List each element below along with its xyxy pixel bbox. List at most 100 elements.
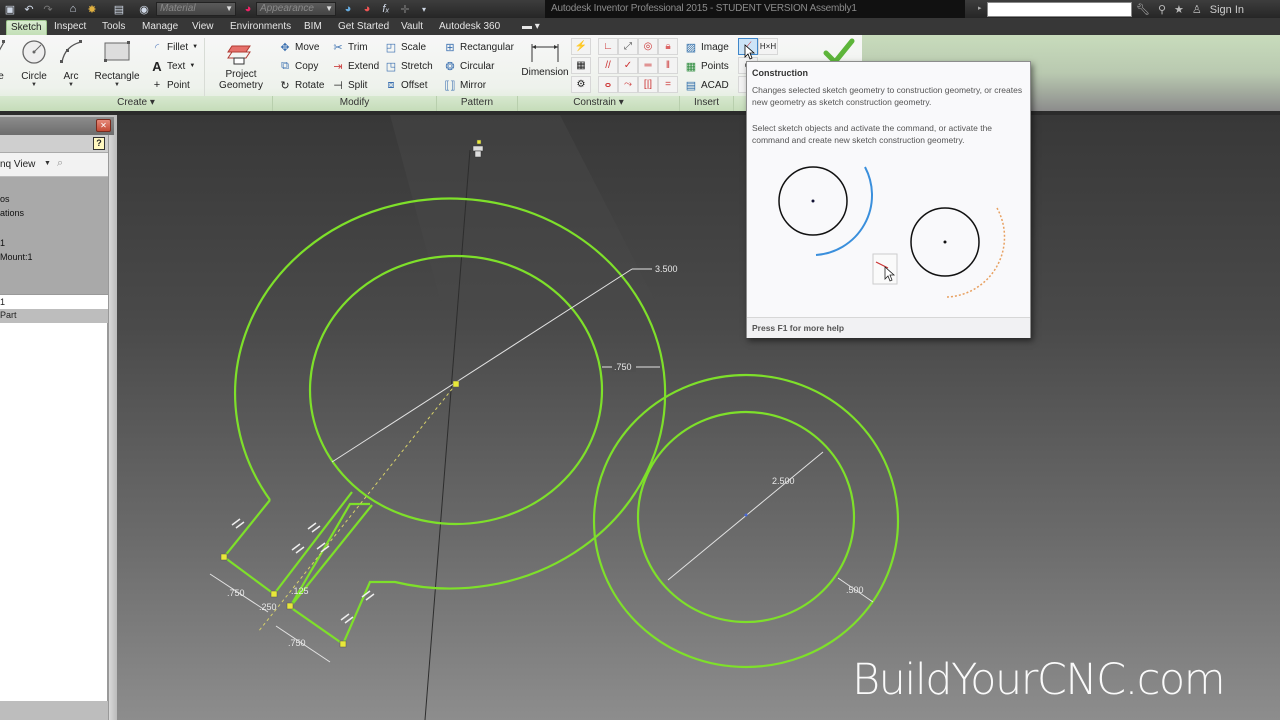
constrain-panel-label[interactable]: Constrain ▾ <box>518 96 680 111</box>
dimension-ring-width-small[interactable]: .500 <box>846 585 864 595</box>
circle-button[interactable]: Circle ▼ <box>18 38 50 89</box>
tab-manage[interactable]: Manage <box>138 20 182 35</box>
coincident-constraint[interactable]: ⤢ <box>618 38 638 55</box>
tab-vault[interactable]: Vault <box>397 20 427 35</box>
move-button[interactable]: ✥ Move <box>278 40 319 54</box>
scale-button[interactable]: ◰ Scale <box>384 40 426 54</box>
sketch-point[interactable] <box>270 590 278 598</box>
parallel-constraint[interactable]: // <box>598 57 618 74</box>
customize-icon[interactable]: ▾ <box>416 1 432 17</box>
user-icon[interactable]: ♙ <box>1192 3 1202 16</box>
tab-autodesk-360[interactable]: Autodesk 360 <box>435 20 504 35</box>
dimension-slot-offset[interactable]: .125 <box>291 586 309 596</box>
automatic-dimensions-button[interactable]: ⚡ <box>571 38 591 55</box>
search-arrow-icon[interactable]: ▸ <box>978 4 982 12</box>
tree-item[interactable]: 1 <box>0 238 5 248</box>
appearance-adjust-icon[interactable]: ◕ <box>340 1 356 17</box>
circular-pattern-button[interactable]: ❂ Circular <box>443 59 494 73</box>
stretch-button[interactable]: ◳ Stretch <box>384 59 433 73</box>
horizontal-constraint[interactable]: ═ <box>638 57 658 74</box>
redo-icon[interactable]: ↷ <box>40 1 56 17</box>
arc-button[interactable]: Arc ▼ <box>57 38 85 89</box>
construction-centerline[interactable] <box>257 383 457 633</box>
smooth-constraint[interactable]: ⤳ <box>618 76 638 93</box>
help-icon[interactable]: ? <box>93 137 105 150</box>
perpendicular-constraint[interactable]: ∟ <box>598 38 618 55</box>
help-search-input[interactable] <box>987 2 1132 17</box>
insert-points-button[interactable]: ▦ Points <box>684 59 729 73</box>
project-geometry-button[interactable]: Project Geometry <box>214 38 268 91</box>
slot-left-wall[interactable] <box>222 491 353 596</box>
sign-in-link[interactable]: Sign In <box>1210 4 1244 16</box>
insert-acad-button[interactable]: ▤ ACAD <box>684 78 729 92</box>
tangent-constraint[interactable]: ⴰ <box>598 76 618 93</box>
graphics-viewport[interactable]: 3.500 .750 2.500 .500 .750 .250 .125 .75… <box>117 115 1280 720</box>
dimension-slot-width[interactable]: .250 <box>259 602 277 612</box>
tab-sketch[interactable]: Sketch <box>6 20 47 35</box>
equal-constraint[interactable]: = <box>658 76 678 93</box>
browser-view-selector[interactable]: nq View ▼ ⌕ <box>0 153 110 176</box>
dimension-ring-width-large[interactable]: .750 <box>614 362 632 372</box>
fix-constraint[interactable]: 🔒︎ <box>658 38 678 55</box>
driven-dimension-button[interactable]: H×H <box>758 38 778 55</box>
copy-button[interactable]: ⧉ Copy <box>278 59 318 73</box>
browser-scrollbar[interactable] <box>108 135 117 720</box>
show-constraints-button[interactable]: ▦ <box>571 57 591 74</box>
sketch-canvas[interactable]: 3.500 .750 2.500 .500 .750 .250 .125 .75… <box>117 115 1280 720</box>
center-point[interactable] <box>452 380 460 388</box>
home-icon[interactable]: ⌂ <box>65 1 81 17</box>
material-dropdown[interactable]: Material ▼ <box>156 2 236 16</box>
wrench-icon[interactable]: 🔧︎ <box>1136 3 1150 16</box>
perpendicular-constraint-2[interactable]: ✓ <box>618 57 638 74</box>
small-center-point[interactable] <box>744 513 748 517</box>
tree-item-part[interactable]: Part <box>0 309 108 323</box>
dimension-slot-b[interactable]: .750 <box>288 638 306 648</box>
rectangle-button[interactable]: Rectangle ▼ <box>94 38 140 89</box>
open-icon[interactable]: ✸ <box>84 1 100 17</box>
satellite-icon[interactable]: ⚲ <box>1158 3 1166 16</box>
tab-get-started[interactable]: Get Started <box>334 20 393 35</box>
rectangular-pattern-button[interactable]: ⊞ Rectangular <box>443 40 514 54</box>
dimension-outer-diameter[interactable]: 3.500 <box>655 264 678 274</box>
tab-view[interactable]: View <box>188 20 218 35</box>
tree-item[interactable]: os <box>0 194 10 204</box>
text-button[interactable]: A Text ▼ <box>150 59 195 74</box>
star-icon[interactable]: ★ <box>1174 3 1184 16</box>
mirror-button[interactable]: ⟦⟧ Mirror <box>443 78 487 92</box>
parameters-icon[interactable]: fₓ <box>378 1 394 17</box>
concentric-constraint[interactable]: ◎ <box>638 38 658 55</box>
create-panel-label[interactable]: Create ▾ <box>0 96 273 111</box>
dimension-inner-diameter-small[interactable]: 2.500 <box>772 476 795 486</box>
video-camera-menu[interactable]: ▬ ▾ <box>518 20 544 35</box>
line-button[interactable]: e <box>0 38 8 82</box>
fillet-button[interactable]: ◜ Fillet ▼ <box>150 40 198 54</box>
update-icon[interactable]: ▤ <box>111 1 127 17</box>
tab-environments[interactable]: Environments <box>226 20 295 35</box>
close-icon[interactable]: ✕ <box>96 119 111 132</box>
dimension-button[interactable]: Dimension <box>520 40 570 78</box>
split-button[interactable]: ⊣ Split <box>331 78 367 92</box>
trim-button[interactable]: ✂ Trim <box>331 40 367 54</box>
insert-image-button[interactable]: ▨ Image <box>684 40 729 54</box>
extend-button[interactable]: ⇥ Extend <box>331 59 379 73</box>
offset-button[interactable]: ⧈ Offset <box>384 78 428 92</box>
new-icon[interactable]: ▣ <box>2 1 18 17</box>
small-outer-circle[interactable] <box>592 373 900 669</box>
point-button[interactable]: + Point <box>150 78 190 92</box>
vertical-constraint[interactable]: ‖ <box>658 57 678 74</box>
constraint-settings-button[interactable]: ⚙ <box>571 76 591 93</box>
small-inner-circle[interactable] <box>636 410 856 624</box>
symmetric-constraint[interactable]: [|] <box>638 76 658 93</box>
sketch-point[interactable] <box>339 640 347 648</box>
tree-item[interactable]: ations <box>0 208 24 218</box>
color-wheel-icon[interactable]: ◉ <box>136 1 152 17</box>
undo-icon[interactable]: ↶ <box>21 1 37 17</box>
dimension-slot-a[interactable]: .750 <box>227 588 245 598</box>
tree-item-selected[interactable]: 1 <box>0 294 108 309</box>
origin-point[interactable] <box>476 139 482 145</box>
tab-tools[interactable]: Tools <box>98 20 129 35</box>
tree-item[interactable]: Mount:1 <box>0 252 33 262</box>
tab-inspect[interactable]: Inspect <box>50 20 90 35</box>
appearance-dropdown[interactable]: Appearance ▼ <box>256 2 336 16</box>
sketch-point[interactable] <box>220 553 228 561</box>
